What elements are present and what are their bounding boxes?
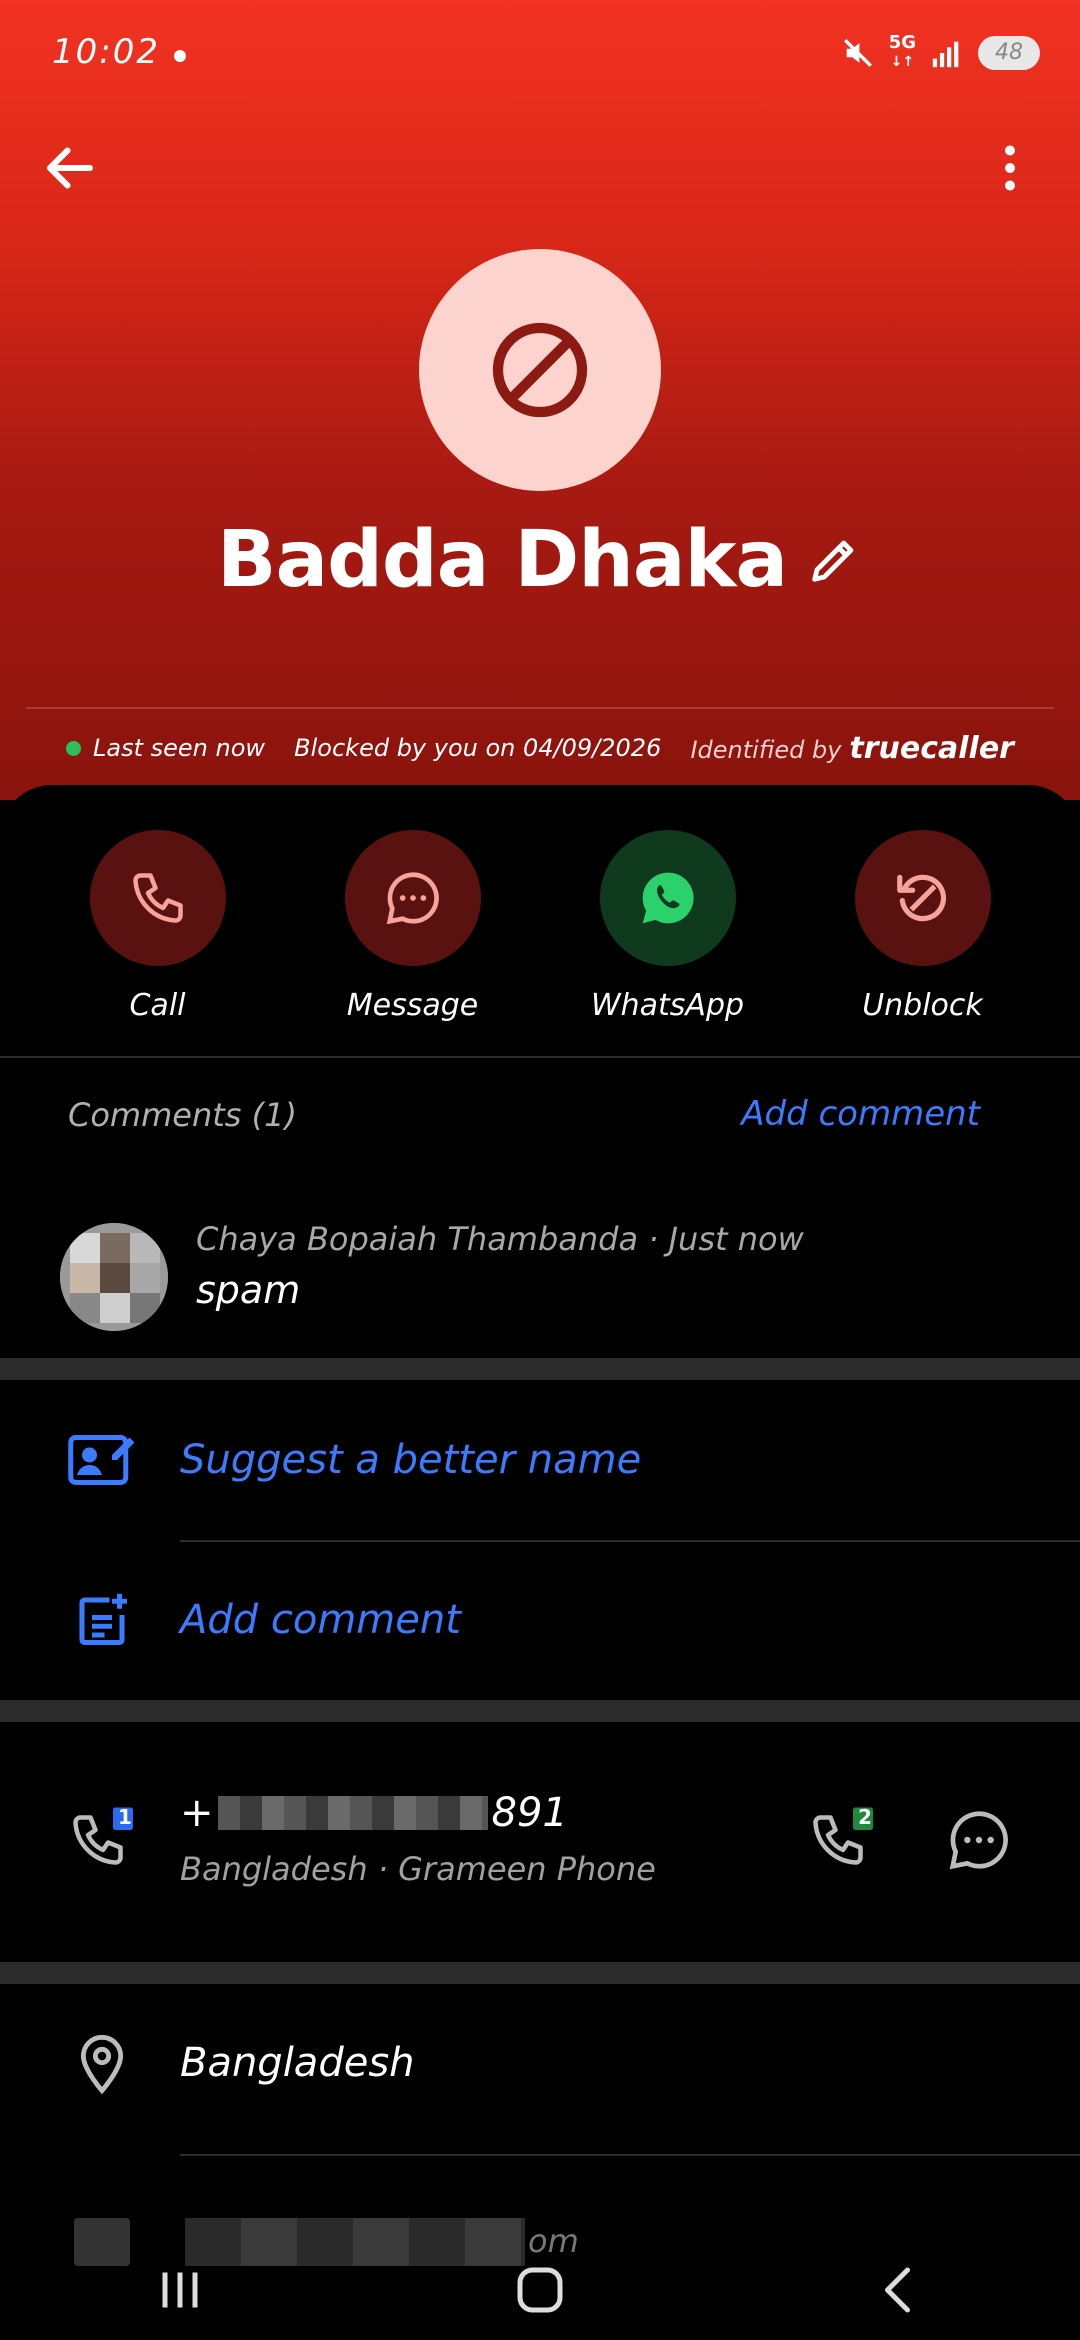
- unblock-action[interactable]: Unblock: [823, 830, 1023, 1023]
- system-nav-bar: [0, 2240, 1080, 2340]
- section-divider: [0, 1700, 1080, 1722]
- last-seen-text: Last seen now: [93, 734, 266, 762]
- location-text: Bangladesh: [180, 2040, 415, 2086]
- redacted-digits: [217, 1796, 488, 1830]
- more-vertical-icon: [1005, 145, 1015, 191]
- comment-author-avatar[interactable]: [60, 1223, 168, 1331]
- last-seen: Last seen now: [66, 734, 265, 762]
- divider: [0, 1056, 1080, 1058]
- add-comment-row[interactable]: Add comment: [0, 1570, 1080, 1670]
- add-comment-icon-wrap: [62, 1580, 142, 1660]
- signal-icon: [932, 41, 959, 67]
- unblock-icon: [896, 874, 946, 922]
- edit-pencil-icon[interactable]: [805, 531, 863, 589]
- message-action[interactable]: Message: [313, 830, 513, 1023]
- comment-author: Chaya Bopaiah Thambanda: [196, 1220, 639, 1258]
- arrow-left-icon: [47, 147, 93, 189]
- sim2-badge: 2: [858, 1805, 872, 1829]
- more-options-button[interactable]: [980, 138, 1040, 198]
- chat-bubble-icon: [386, 872, 439, 925]
- back-nav-icon[interactable]: [870, 2260, 930, 2320]
- unblock-label: Unblock: [862, 988, 983, 1023]
- status-icons: 5G ↓↑ 48: [841, 34, 1040, 71]
- whatsapp-label: WhatsApp: [590, 988, 745, 1023]
- phone-suffix: 891: [491, 1790, 568, 1836]
- call-button[interactable]: [89, 830, 226, 966]
- profile-header: 10:02 5G ↓↑ 48 Badda Dhaka Last seen now …: [0, 0, 1080, 800]
- whatsapp-icon: [642, 872, 694, 924]
- truecaller-logo: truecaller: [849, 730, 1014, 766]
- header-divider: [26, 707, 1054, 709]
- add-comment-label: Add comment: [180, 1597, 461, 1643]
- add-comment-link[interactable]: Add comment: [741, 1094, 980, 1134]
- divider: [180, 1540, 1080, 1542]
- home-icon[interactable]: [510, 2260, 570, 2320]
- back-button[interactable]: [40, 138, 100, 198]
- online-dot-icon: [66, 740, 81, 756]
- notification-dot: [174, 50, 186, 62]
- note-add-icon: [79, 1593, 127, 1645]
- whatsapp-button[interactable]: [599, 830, 736, 966]
- info-strip: Last seen now Blocked by you on 04/09/20…: [0, 728, 1080, 768]
- phone-number: + 891: [180, 1790, 568, 1836]
- network-5g-icon: 5G ↓↑: [888, 32, 916, 71]
- contact-name: Badda Dhaka: [217, 515, 788, 605]
- identified-by: Identified by truecaller: [690, 731, 1014, 766]
- location-pin-icon: [80, 2034, 124, 2095]
- section-divider: [0, 1962, 1080, 1984]
- blocked-avatar: [419, 249, 661, 491]
- section-divider: [0, 1358, 1080, 1380]
- suggest-name-label: Suggest a better name: [180, 1437, 642, 1483]
- chat-bubble-icon: [949, 1811, 1008, 1870]
- suggest-name-icon-wrap: [62, 1420, 142, 1500]
- location-icon-wrap: [70, 2032, 134, 2100]
- contact-card-edit-icon: [68, 1435, 135, 1485]
- action-buttons: Call Message WhatsApp Unblock: [0, 830, 1080, 1023]
- comment-separator: ·: [638, 1220, 669, 1258]
- suggest-name-row[interactable]: Suggest a better name: [0, 1410, 1080, 1510]
- sms-button[interactable]: [944, 1805, 1014, 1879]
- comments-heading: Comments (1): [68, 1096, 297, 1134]
- network-label: 5G: [888, 32, 916, 53]
- divider: [180, 2154, 1080, 2156]
- recent-apps-icon[interactable]: [150, 2260, 210, 2320]
- comment-meta: Chaya Bopaiah Thambanda · Just now: [196, 1220, 804, 1258]
- call-action[interactable]: Call: [58, 830, 258, 1023]
- comment-time: Just now: [668, 1220, 804, 1258]
- phone-icon: [132, 873, 183, 923]
- block-icon: [492, 322, 588, 418]
- message-label: Message: [346, 988, 479, 1023]
- status-bar: 10:02 5G ↓↑ 48: [0, 0, 1080, 110]
- comment-text: spam: [196, 1268, 301, 1312]
- identified-by-label: Identified by: [690, 735, 842, 764]
- call-label: Call: [129, 988, 186, 1023]
- message-button[interactable]: [344, 830, 481, 966]
- status-time: 10:02: [52, 32, 160, 72]
- blocked-info: Blocked by you on 04/09/2026: [294, 734, 662, 762]
- phone-carrier: Bangladesh · Grameen Phone: [180, 1850, 656, 1888]
- mute-icon: [843, 38, 872, 67]
- contact-name-row: Badda Dhaka: [0, 515, 1080, 605]
- phone-prefix: +: [180, 1790, 214, 1836]
- avatar-image: [60, 1223, 168, 1331]
- sim1-badge: 1: [118, 1805, 132, 1829]
- battery-level: 48: [995, 40, 1023, 65]
- sim2-call-button[interactable]: 2: [808, 1805, 878, 1879]
- unblock-button[interactable]: [854, 830, 991, 966]
- whatsapp-action[interactable]: WhatsApp: [568, 830, 768, 1023]
- sim1-call-button[interactable]: 1: [68, 1805, 138, 1879]
- battery-icon: 48: [978, 35, 1040, 70]
